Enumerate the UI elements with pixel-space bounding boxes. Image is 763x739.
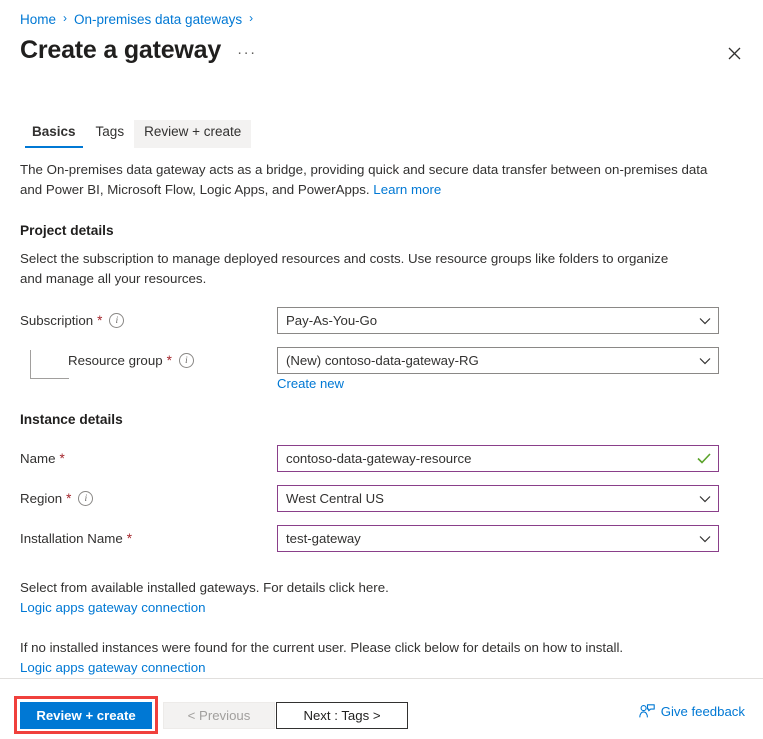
next-tags-button[interactable]: Next : Tags > <box>276 702 408 729</box>
feedback-person-icon <box>638 704 655 718</box>
logic-apps-gateway-connection-link-2[interactable]: Logic apps gateway connection <box>20 658 720 678</box>
chevron-down-icon <box>692 535 718 543</box>
intro-text: The On-premises data gateway acts as a b… <box>20 162 708 197</box>
required-asterisk: * <box>126 531 132 546</box>
breadcrumb-item-on-premises-data-gateways[interactable]: On-premises data gateways <box>74 12 242 27</box>
breadcrumb-item-home[interactable]: Home <box>20 12 56 27</box>
subscription-row: Subscription * i Pay-As-You-Go <box>0 307 763 334</box>
chevron-right-icon: › <box>249 11 254 25</box>
installation-name-row: Installation Name * test-gateway <box>0 525 763 552</box>
review-create-button[interactable]: Review + create <box>20 702 152 729</box>
check-icon <box>690 453 718 464</box>
title-row: Create a gateway ··· <box>20 36 257 65</box>
info-icon[interactable]: i <box>78 491 94 506</box>
footer-action-bar: Review + create < Previous Next : Tags >… <box>0 679 763 739</box>
name-label-text: Name <box>20 451 56 466</box>
name-row: Name * contoso-data-gateway-resource <box>0 445 763 472</box>
tree-connector-line <box>30 350 69 379</box>
region-label: Region * i <box>20 491 94 506</box>
tab-review-create[interactable]: Review + create <box>134 120 252 148</box>
give-feedback-button[interactable]: Give feedback <box>638 704 745 719</box>
resource-group-value: (New) contoso-data-gateway-RG <box>286 353 479 368</box>
info-icon[interactable]: i <box>178 353 194 368</box>
chevron-down-icon <box>692 357 718 365</box>
installation-name-dropdown[interactable]: test-gateway <box>277 525 719 552</box>
installed-gateways-note-text: Select from available installed gateways… <box>20 580 389 595</box>
required-asterisk: * <box>166 353 172 368</box>
resource-group-label-text: Resource group <box>68 353 163 368</box>
more-options-icon[interactable]: ··· <box>237 44 257 61</box>
name-label: Name * <box>20 451 65 466</box>
create-new-resource-group-link[interactable]: Create new <box>277 376 344 391</box>
close-icon <box>728 47 740 59</box>
no-instances-note-text: If no installed instances were found for… <box>20 640 624 655</box>
subscription-label: Subscription * i <box>20 313 125 328</box>
region-row: Region * i West Central US <box>0 485 763 512</box>
give-feedback-label: Give feedback <box>660 704 745 719</box>
chevron-right-icon: › <box>63 11 68 25</box>
subscription-value: Pay-As-You-Go <box>286 313 378 328</box>
installation-name-label: Installation Name * <box>20 531 132 546</box>
required-asterisk: * <box>59 451 65 466</box>
required-asterisk: * <box>97 313 103 328</box>
info-icon[interactable]: i <box>109 313 125 328</box>
installed-gateways-note: Select from available installed gateways… <box>20 578 720 617</box>
tab-basics[interactable]: Basics <box>22 120 86 148</box>
form-content: The On-premises data gateway acts as a b… <box>0 160 763 677</box>
chevron-down-icon <box>692 317 718 325</box>
subscription-label-text: Subscription <box>20 313 94 328</box>
region-dropdown[interactable]: West Central US <box>277 485 719 512</box>
page-title: Create a gateway <box>20 36 222 64</box>
project-details-description: Select the subscription to manage deploy… <box>20 251 669 286</box>
name-input[interactable]: contoso-data-gateway-resource <box>277 445 719 472</box>
required-asterisk: * <box>66 491 72 506</box>
subscription-dropdown[interactable]: Pay-As-You-Go <box>277 307 719 334</box>
instance-details-heading: Instance details <box>20 412 123 427</box>
resource-group-dropdown[interactable]: (New) contoso-data-gateway-RG <box>277 347 719 374</box>
resource-group-row: Resource group * i (New) contoso-data-ga… <box>0 347 763 391</box>
installation-name-label-text: Installation Name <box>20 531 123 546</box>
logic-apps-gateway-connection-link-1[interactable]: Logic apps gateway connection <box>20 598 720 618</box>
close-button[interactable] <box>719 38 749 68</box>
no-instances-note: If no installed instances were found for… <box>20 638 720 677</box>
project-details-heading: Project details <box>20 223 114 238</box>
chevron-down-icon <box>692 495 718 503</box>
tab-tags[interactable]: Tags <box>86 120 135 148</box>
resource-group-label: Resource group * i <box>68 353 194 368</box>
learn-more-link[interactable]: Learn more <box>373 182 441 197</box>
region-label-text: Region <box>20 491 63 506</box>
previous-button: < Previous <box>163 702 275 729</box>
intro-description: The On-premises data gateway acts as a b… <box>20 160 720 199</box>
tab-list: Basics Tags Review + create <box>22 116 252 148</box>
installation-name-value: test-gateway <box>286 531 361 546</box>
breadcrumb: Home › On-premises data gateways › <box>20 9 260 29</box>
name-value: contoso-data-gateway-resource <box>286 451 472 466</box>
region-value: West Central US <box>286 491 384 506</box>
